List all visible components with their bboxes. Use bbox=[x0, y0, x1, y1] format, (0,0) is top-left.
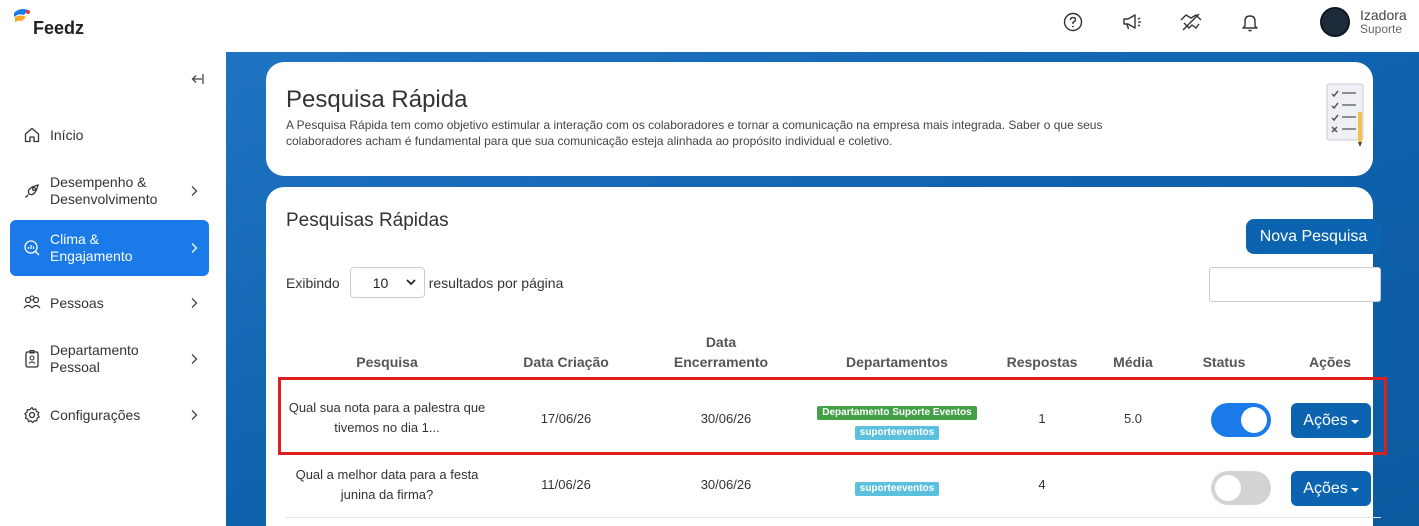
top-icons bbox=[1043, 0, 1279, 44]
sidebar-item-label: Desempenho & Desenvolvimento bbox=[50, 174, 158, 207]
avatar bbox=[1320, 7, 1350, 37]
help-icon[interactable] bbox=[1043, 0, 1102, 44]
search-input[interactable] bbox=[1209, 267, 1381, 302]
page-size-control: Exibindo 10 resultados por página bbox=[286, 267, 563, 298]
col-header-acoes: Ações bbox=[1308, 354, 1352, 370]
new-survey-button[interactable]: Nova Pesquisa bbox=[1246, 219, 1381, 254]
header-card: Pesquisa Rápida A Pesquisa Rápida tem co… bbox=[266, 62, 1373, 176]
chevron-right-icon bbox=[179, 353, 209, 365]
sidebar-item-inicio[interactable]: Início bbox=[10, 120, 209, 150]
page-description: A Pesquisa Rápida tem como objetivo esti… bbox=[286, 118, 1103, 148]
top-bar: Feedz Izadora Suporte bbox=[0, 0, 1419, 52]
toggle-knob bbox=[1215, 475, 1241, 501]
page-size-value: 10 bbox=[372, 274, 389, 291]
col-header-departamentos[interactable]: Departamentos bbox=[797, 352, 997, 372]
feedz-logo[interactable]: Feedz bbox=[12, 6, 84, 39]
sidebar-item-label: Clima & Engajamento bbox=[50, 231, 133, 264]
status-toggle[interactable] bbox=[1211, 471, 1271, 505]
col-header-media[interactable]: Média bbox=[1083, 352, 1183, 372]
col-header-respostas[interactable]: Respostas bbox=[992, 352, 1092, 372]
bell-icon[interactable] bbox=[1220, 0, 1279, 44]
megaphone-icon[interactable] bbox=[1102, 0, 1161, 44]
acoes-button-label: Ações bbox=[1303, 479, 1348, 497]
sidebar-item-pessoas[interactable]: Pessoas bbox=[10, 288, 209, 318]
sidebar-item-configuracoes[interactable]: Configurações bbox=[10, 400, 209, 430]
user-role: Suporte bbox=[1360, 22, 1403, 37]
sidebar-item-label: Pessoas bbox=[50, 294, 104, 311]
main-content: Pesquisa Rápida A Pesquisa Rápida tem co… bbox=[226, 52, 1419, 526]
acoes-button[interactable]: Ações bbox=[1291, 471, 1371, 506]
collapse-sidebar-icon[interactable] bbox=[190, 72, 204, 91]
highlighted-row-outline bbox=[278, 377, 1387, 455]
user-name: Izadora bbox=[1360, 7, 1407, 24]
logo-text: Feedz bbox=[33, 18, 85, 38]
show-prefix-label: Exibindo bbox=[286, 274, 340, 291]
feedz-logo-icon bbox=[14, 9, 30, 22]
people-icon bbox=[14, 294, 50, 312]
page-size-select[interactable]: 10 bbox=[349, 267, 425, 298]
gear-icon bbox=[14, 406, 50, 424]
surveys-card: Pesquisas Rápidas Nova Pesquisa Exibindo… bbox=[266, 187, 1387, 526]
rocket-icon bbox=[14, 182, 50, 200]
chevron-right-icon bbox=[179, 297, 209, 309]
checklist-illustration-icon bbox=[1324, 82, 1370, 153]
col-header-data-criacao[interactable]: Data Criação bbox=[506, 352, 626, 372]
table-row-2-departamentos: suporteeventos bbox=[797, 478, 997, 498]
chevron-right-icon bbox=[179, 185, 209, 197]
table-row-2-pesquisa: Qual a melhor data para a festa junina d… bbox=[295, 467, 479, 502]
col-header-pesquisa[interactable]: Pesquisa bbox=[286, 352, 488, 372]
show-suffix-label: resultados por página bbox=[428, 274, 564, 291]
handshake-icon[interactable] bbox=[1161, 0, 1220, 44]
table-row-2-data-encerramento: 30/06/26 bbox=[700, 477, 752, 492]
chevron-down-icon bbox=[406, 279, 416, 286]
chevron-right-icon bbox=[179, 242, 209, 254]
sidebar: Início Desempenho & Desenvolvimento Clim… bbox=[0, 52, 226, 526]
page-title: Pesquisa Rápida bbox=[286, 86, 468, 113]
badge-icon bbox=[14, 349, 50, 369]
sidebar-item-label: Configurações bbox=[50, 406, 141, 423]
section-title: Pesquisas Rápidas bbox=[286, 210, 449, 231]
sidebar-item-label: Início bbox=[50, 126, 84, 143]
department-badge: suporteeventos bbox=[854, 482, 940, 496]
user-menu[interactable]: Izadora Suporte bbox=[1320, 7, 1407, 37]
table-row-2-respostas: 4 bbox=[1038, 477, 1046, 492]
sidebar-item-clima[interactable]: Clima & Engajamento bbox=[10, 220, 209, 276]
home-icon bbox=[14, 126, 50, 144]
caret-down-icon bbox=[1350, 487, 1359, 492]
chevron-right-icon bbox=[179, 409, 209, 421]
table-row-2-data-criacao: 11/06/26 bbox=[541, 477, 591, 492]
sidebar-item-departamento-pessoal[interactable]: Departamento Pessoal bbox=[10, 340, 209, 378]
sidebar-item-label: Departamento Pessoal bbox=[50, 342, 139, 375]
col-header-status[interactable]: Status bbox=[1174, 352, 1274, 372]
row-divider bbox=[286, 517, 1381, 518]
chart-search-icon bbox=[14, 239, 50, 257]
col-header-data-encerramento[interactable]: Data Encerramento bbox=[666, 332, 776, 372]
sidebar-item-desempenho[interactable]: Desempenho & Desenvolvimento bbox=[10, 172, 209, 210]
